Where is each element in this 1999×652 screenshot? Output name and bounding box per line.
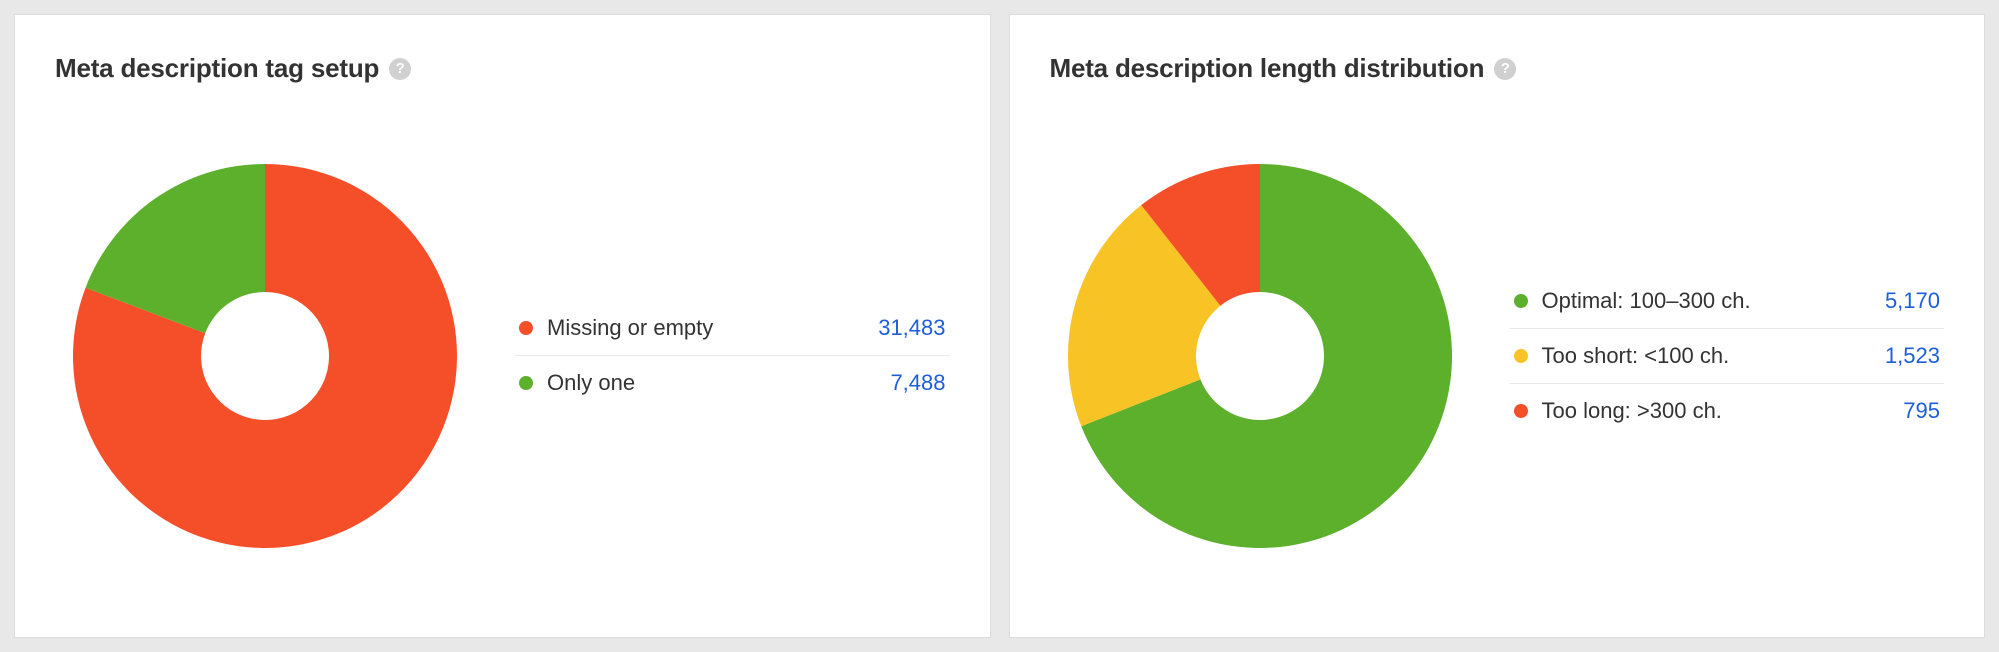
donut-chart xyxy=(65,156,465,556)
legend-value[interactable]: 1,523 xyxy=(1885,343,1940,369)
legend-item[interactable]: Optimal: 100–300 ch. 5,170 xyxy=(1510,274,1945,329)
legend-dot-icon xyxy=(1514,404,1528,418)
card-title: Meta description tag setup xyxy=(55,53,379,84)
legend-label: Optimal: 100–300 ch. xyxy=(1542,288,1871,314)
legend-dot-icon xyxy=(1514,349,1528,363)
legend-label: Too long: >300 ch. xyxy=(1542,398,1890,424)
legend-dot-icon xyxy=(1514,294,1528,308)
legend-value[interactable]: 795 xyxy=(1903,398,1940,424)
card-title: Meta description length distribution xyxy=(1050,53,1485,84)
card-body: Missing or empty 31,483 Only one 7,488 xyxy=(55,104,950,607)
card-meta-description-tag-setup: Meta description tag setup ? Missing or … xyxy=(14,14,991,638)
legend-item[interactable]: Too long: >300 ch. 795 xyxy=(1510,384,1945,438)
legend-value[interactable]: 5,170 xyxy=(1885,288,1940,314)
legend-label: Missing or empty xyxy=(547,315,864,341)
legend-item[interactable]: Only one 7,488 xyxy=(515,356,950,410)
legend-item[interactable]: Missing or empty 31,483 xyxy=(515,301,950,356)
legend-dot-icon xyxy=(519,321,533,335)
legend-value[interactable]: 31,483 xyxy=(878,315,945,341)
card-meta-description-length-distribution: Meta description length distribution ? O… xyxy=(1009,14,1986,638)
help-icon[interactable]: ? xyxy=(389,58,411,80)
card-header: Meta description tag setup ? xyxy=(55,53,950,84)
legend-value[interactable]: 7,488 xyxy=(890,370,945,396)
legend: Missing or empty 31,483 Only one 7,488 xyxy=(515,301,950,410)
card-body: Optimal: 100–300 ch. 5,170 Too short: <100… xyxy=(1050,104,1945,607)
legend-dot-icon xyxy=(519,376,533,390)
donut-chart xyxy=(1060,156,1460,556)
card-header: Meta description length distribution ? xyxy=(1050,53,1945,84)
chart-container xyxy=(1050,156,1470,556)
legend-label: Too short: <100 ch. xyxy=(1542,343,1871,369)
legend-label: Only one xyxy=(547,370,876,396)
legend: Optimal: 100–300 ch. 5,170 Too short: <100… xyxy=(1510,274,1945,438)
legend-item[interactable]: Too short: <100 ch. 1,523 xyxy=(1510,329,1945,384)
help-icon[interactable]: ? xyxy=(1494,58,1516,80)
chart-container xyxy=(55,156,475,556)
